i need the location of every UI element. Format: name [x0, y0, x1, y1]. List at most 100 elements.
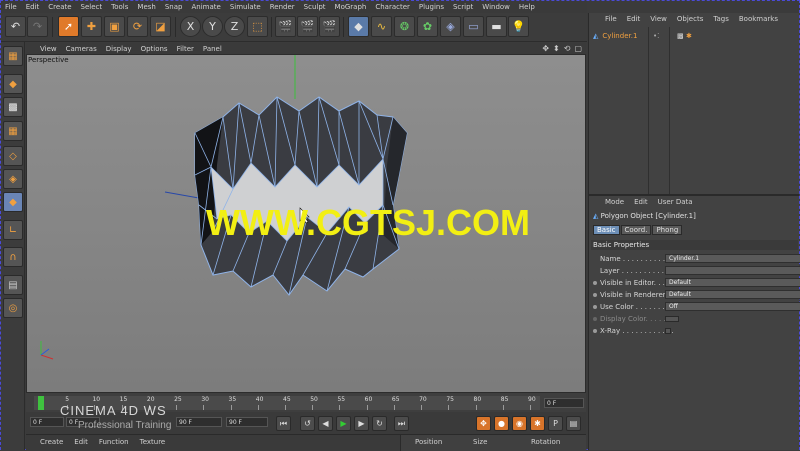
edges-mode-icon[interactable]: ◈ — [3, 169, 23, 189]
coordinate-system-icon[interactable]: ⬚ — [247, 16, 268, 37]
menu-mograph[interactable]: MoGraph — [335, 3, 367, 11]
menu-tools[interactable]: Tools — [111, 3, 128, 11]
parameter-key-icon[interactable]: P — [548, 416, 563, 431]
menu-script[interactable]: Script — [453, 3, 473, 11]
menu-create[interactable]: Create — [48, 3, 71, 11]
om-menu-view[interactable]: View — [650, 15, 667, 25]
viewport-menu-filter[interactable]: Filter — [177, 45, 194, 53]
animate-dot-icon[interactable] — [593, 329, 597, 333]
menu-mesh[interactable]: Mesh — [137, 3, 155, 11]
deformer-icon[interactable]: ◈ — [440, 16, 461, 37]
am-menu-mode[interactable]: Mode — [605, 198, 624, 208]
polygons-mode-icon[interactable]: ◆ — [3, 192, 23, 212]
previous-frame-icon[interactable]: ◀ — [318, 416, 333, 431]
expand-arrow-icon[interactable] — [659, 316, 663, 322]
axis-z-button[interactable]: Z — [224, 16, 245, 37]
axis-y-button[interactable]: Y — [202, 16, 223, 37]
tab-phong[interactable]: Phong — [652, 225, 683, 235]
material-menu-edit[interactable]: Edit — [74, 438, 88, 446]
tag-icon[interactable]: ✱ — [686, 32, 692, 40]
next-key-icon[interactable]: ↻ — [372, 416, 387, 431]
record-icon[interactable]: ● — [494, 416, 509, 431]
rotate-icon[interactable]: ⟳ — [127, 16, 148, 37]
animate-dot-icon[interactable] — [593, 281, 597, 285]
om-menu-file[interactable]: File — [605, 15, 617, 25]
snap-icon[interactable]: ◎ — [3, 298, 23, 318]
visible-renderer-dropdown[interactable]: Default — [665, 290, 800, 299]
menu-help[interactable]: Help — [519, 3, 535, 11]
menu-character[interactable]: Character — [375, 3, 410, 11]
texture-mode-icon[interactable]: ▩ — [3, 97, 23, 117]
material-menu-create[interactable]: Create — [40, 438, 63, 446]
menu-plugins[interactable]: Plugins — [419, 3, 444, 11]
render-picture-viewer-icon[interactable]: 🎬 — [297, 16, 318, 37]
menu-animate[interactable]: Animate — [191, 3, 220, 11]
menu-select[interactable]: Select — [81, 3, 103, 11]
menu-edit[interactable]: Edit — [26, 3, 40, 11]
menu-file[interactable]: File — [5, 3, 17, 11]
tab-coord[interactable]: Coord. — [620, 225, 652, 235]
tab-basic[interactable]: Basic — [593, 225, 620, 235]
am-menu-edit[interactable]: Edit — [634, 198, 648, 208]
orbit-icon[interactable]: ⟲ — [564, 44, 571, 53]
undo-icon[interactable]: ↶ — [5, 16, 26, 37]
om-menu-tags[interactable]: Tags — [713, 15, 729, 25]
floor-icon[interactable]: ▭ — [463, 16, 484, 37]
viewport-menu-options[interactable]: Options — [141, 45, 168, 53]
live-select-icon[interactable]: ➚ — [58, 16, 79, 37]
current-frame-field[interactable]: 0 F — [30, 417, 64, 427]
move-icon[interactable]: ✚ — [81, 16, 102, 37]
material-menu-texture[interactable]: Texture — [140, 438, 166, 446]
go-to-start-icon[interactable]: ⏮ — [276, 416, 291, 431]
play-icon[interactable]: ▶ — [336, 416, 351, 431]
menu-sculpt[interactable]: Sculpt — [304, 3, 326, 11]
camera-icon[interactable]: ▬ — [486, 16, 507, 37]
cube-primitive-icon[interactable]: ◆ — [348, 16, 369, 37]
locked-workplane-icon[interactable]: ▤ — [3, 275, 23, 295]
redo-icon[interactable]: ↷ — [27, 16, 48, 37]
autokey-icon[interactable]: ◉ — [512, 416, 527, 431]
animate-dot-icon[interactable] — [593, 293, 597, 297]
menu-snap[interactable]: Snap — [165, 3, 183, 11]
subdivision-surface-icon[interactable]: ❂ — [394, 16, 415, 37]
menu-render[interactable]: Render — [270, 3, 295, 11]
am-menu-user-data[interactable]: User Data — [658, 198, 693, 208]
light-icon[interactable]: 💡 — [508, 16, 529, 37]
make-editable-icon[interactable]: ▦ — [3, 46, 23, 66]
display-color-swatch[interactable] — [665, 316, 679, 322]
animate-dot-icon[interactable] — [593, 305, 597, 309]
next-frame-icon[interactable]: ▶ — [354, 416, 369, 431]
magnet-icon[interactable]: ∩ — [3, 247, 23, 267]
render-settings-icon[interactable]: 🎬 — [319, 16, 340, 37]
viewport-menu-view[interactable]: View — [40, 45, 57, 53]
playhead[interactable] — [38, 396, 44, 410]
model-mode-icon[interactable]: ◆ — [3, 74, 23, 94]
phong-tag-icon[interactable]: ▩ — [677, 32, 684, 40]
viewport-menu-cameras[interactable]: Cameras — [66, 45, 97, 53]
viewport-menu-panel[interactable]: Panel — [203, 45, 222, 53]
viewport-menu-display[interactable]: Display — [106, 45, 132, 53]
xray-checkbox[interactable] — [665, 328, 671, 334]
axis-x-button[interactable]: X — [180, 16, 201, 37]
go-to-end-icon[interactable]: ⏭ — [394, 416, 409, 431]
object-name[interactable]: Cylinder.1 — [602, 32, 637, 40]
scale-icon[interactable]: ▣ — [104, 16, 125, 37]
material-menu-function[interactable]: Function — [99, 438, 129, 446]
pan-icon[interactable]: ✥ — [542, 44, 549, 53]
menu-window[interactable]: Window — [482, 3, 510, 11]
points-mode-icon[interactable]: ◇ — [3, 146, 23, 166]
recent-tool-icon[interactable]: ◪ — [150, 16, 171, 37]
maximize-view-icon[interactable]: ▢ — [574, 44, 582, 53]
spline-pen-icon[interactable]: ∿ — [371, 16, 392, 37]
visible-editor-dropdown[interactable]: Default — [665, 278, 800, 287]
visibility-dots-icon[interactable]: •⁚ — [653, 32, 659, 40]
om-menu-edit[interactable]: Edit — [627, 15, 641, 25]
max-frame-field[interactable]: 90 F — [226, 417, 268, 427]
object-row[interactable]: ◭ Cylinder.1 •⁚ ▩ ✱ — [593, 31, 799, 41]
render-view-icon[interactable]: 🎬 — [275, 16, 296, 37]
om-menu-bookmarks[interactable]: Bookmarks — [739, 15, 778, 25]
zoom-icon[interactable]: ⬍ — [553, 44, 560, 53]
om-menu-objects[interactable]: Objects — [677, 15, 703, 25]
axis-mode-icon[interactable]: ∟ — [3, 220, 23, 240]
name-field[interactable]: Cylinder.1 — [665, 254, 800, 263]
